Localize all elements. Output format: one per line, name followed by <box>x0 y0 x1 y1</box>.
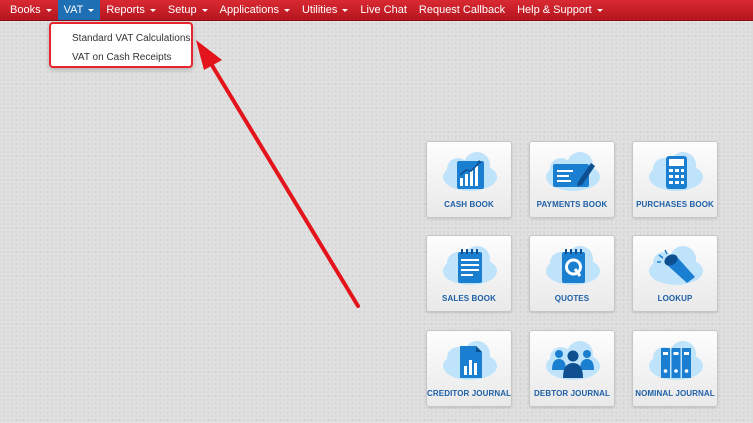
calculator-icon <box>649 152 703 191</box>
report-chart-icon <box>443 341 497 380</box>
tile-label: DEBTOR JOURNAL <box>534 389 610 398</box>
nav-item-label: Utilities <box>301 3 338 16</box>
annotation-arrow-shaft <box>208 60 360 308</box>
tile-creditor-journal[interactable]: CREDITOR JOURNAL <box>426 330 512 407</box>
caret-down-icon <box>283 8 290 12</box>
nav-item-utilities[interactable]: Utilities <box>296 0 354 20</box>
caret-down-icon <box>201 8 208 12</box>
caret-down-icon <box>342 8 349 12</box>
menu-item-standard-vat-calculations[interactable]: Standard VAT Calculations <box>51 29 191 48</box>
menu-item-vat-on-cash-receipts[interactable]: VAT on Cash Receipts <box>51 48 191 67</box>
binders-icon <box>649 341 703 380</box>
tile-debtor-journal[interactable]: DEBTOR JOURNAL <box>529 330 615 407</box>
nav-item-applications[interactable]: Applications <box>214 0 296 20</box>
nav-item-reports[interactable]: Reports <box>100 0 162 20</box>
tile-sales-book[interactable]: SALES BOOK <box>426 235 512 312</box>
flashlight-icon <box>649 246 703 285</box>
tile-label: LOOKUP <box>657 294 693 303</box>
tile-nominal-journal[interactable]: NOMINAL JOURNAL <box>632 330 718 407</box>
tile-label: PAYMENTS BOOK <box>536 200 608 209</box>
tile-payments-book[interactable]: PAYMENTS BOOK <box>529 141 615 218</box>
card-pencil-icon <box>546 152 600 191</box>
tile-cash-book[interactable]: CASH BOOK <box>426 141 512 218</box>
bar-chart-icon <box>443 152 497 191</box>
nav-item-vat[interactable]: VAT <box>57 0 101 20</box>
tile-purchases-book[interactable]: PURCHASES BOOK <box>632 141 718 218</box>
vat-dropdown-menu: Standard VAT Calculations VAT on Cash Re… <box>49 22 193 68</box>
quote-document-icon <box>546 246 600 285</box>
nav-item-label: Applications <box>219 3 279 16</box>
people-group-icon <box>546 341 600 380</box>
caret-down-icon <box>149 8 156 12</box>
nav-item-label: Help & Support <box>517 3 592 16</box>
nav-item-help-support[interactable]: Help & Support <box>511 0 609 20</box>
top-nav-bar: Books VAT Reports Setup Applications Uti… <box>0 0 753 21</box>
tile-lookup[interactable]: LOOKUP <box>632 235 718 312</box>
caret-down-icon <box>596 8 603 12</box>
nav-item-live-chat[interactable]: Live Chat <box>354 0 412 20</box>
nav-item-label: VAT <box>63 3 84 16</box>
tile-label: SALES BOOK <box>442 294 496 303</box>
nav-item-books[interactable]: Books <box>0 0 58 20</box>
nav-item-label: Reports <box>106 3 145 16</box>
tile-label: NOMINAL JOURNAL <box>635 389 715 398</box>
nav-item-label: Live Chat <box>360 3 407 16</box>
caret-down-icon <box>88 8 95 12</box>
annotation-arrowhead <box>196 40 222 70</box>
nav-item-request-callback[interactable]: Request Callback <box>413 0 511 20</box>
nav-item-label: Books <box>10 3 41 16</box>
tile-label: QUOTES <box>554 294 590 303</box>
nav-item-label: Request Callback <box>418 3 506 16</box>
tile-label: CASH BOOK <box>444 200 494 209</box>
tile-quotes[interactable]: QUOTES <box>529 235 615 312</box>
nav-item-setup[interactable]: Setup <box>162 0 214 20</box>
caret-down-icon <box>45 8 52 12</box>
nav-item-label: Setup <box>167 3 197 16</box>
notepad-icon <box>443 246 497 285</box>
tile-label: CREDITOR JOURNAL <box>427 389 512 398</box>
tile-label: PURCHASES BOOK <box>636 200 714 209</box>
